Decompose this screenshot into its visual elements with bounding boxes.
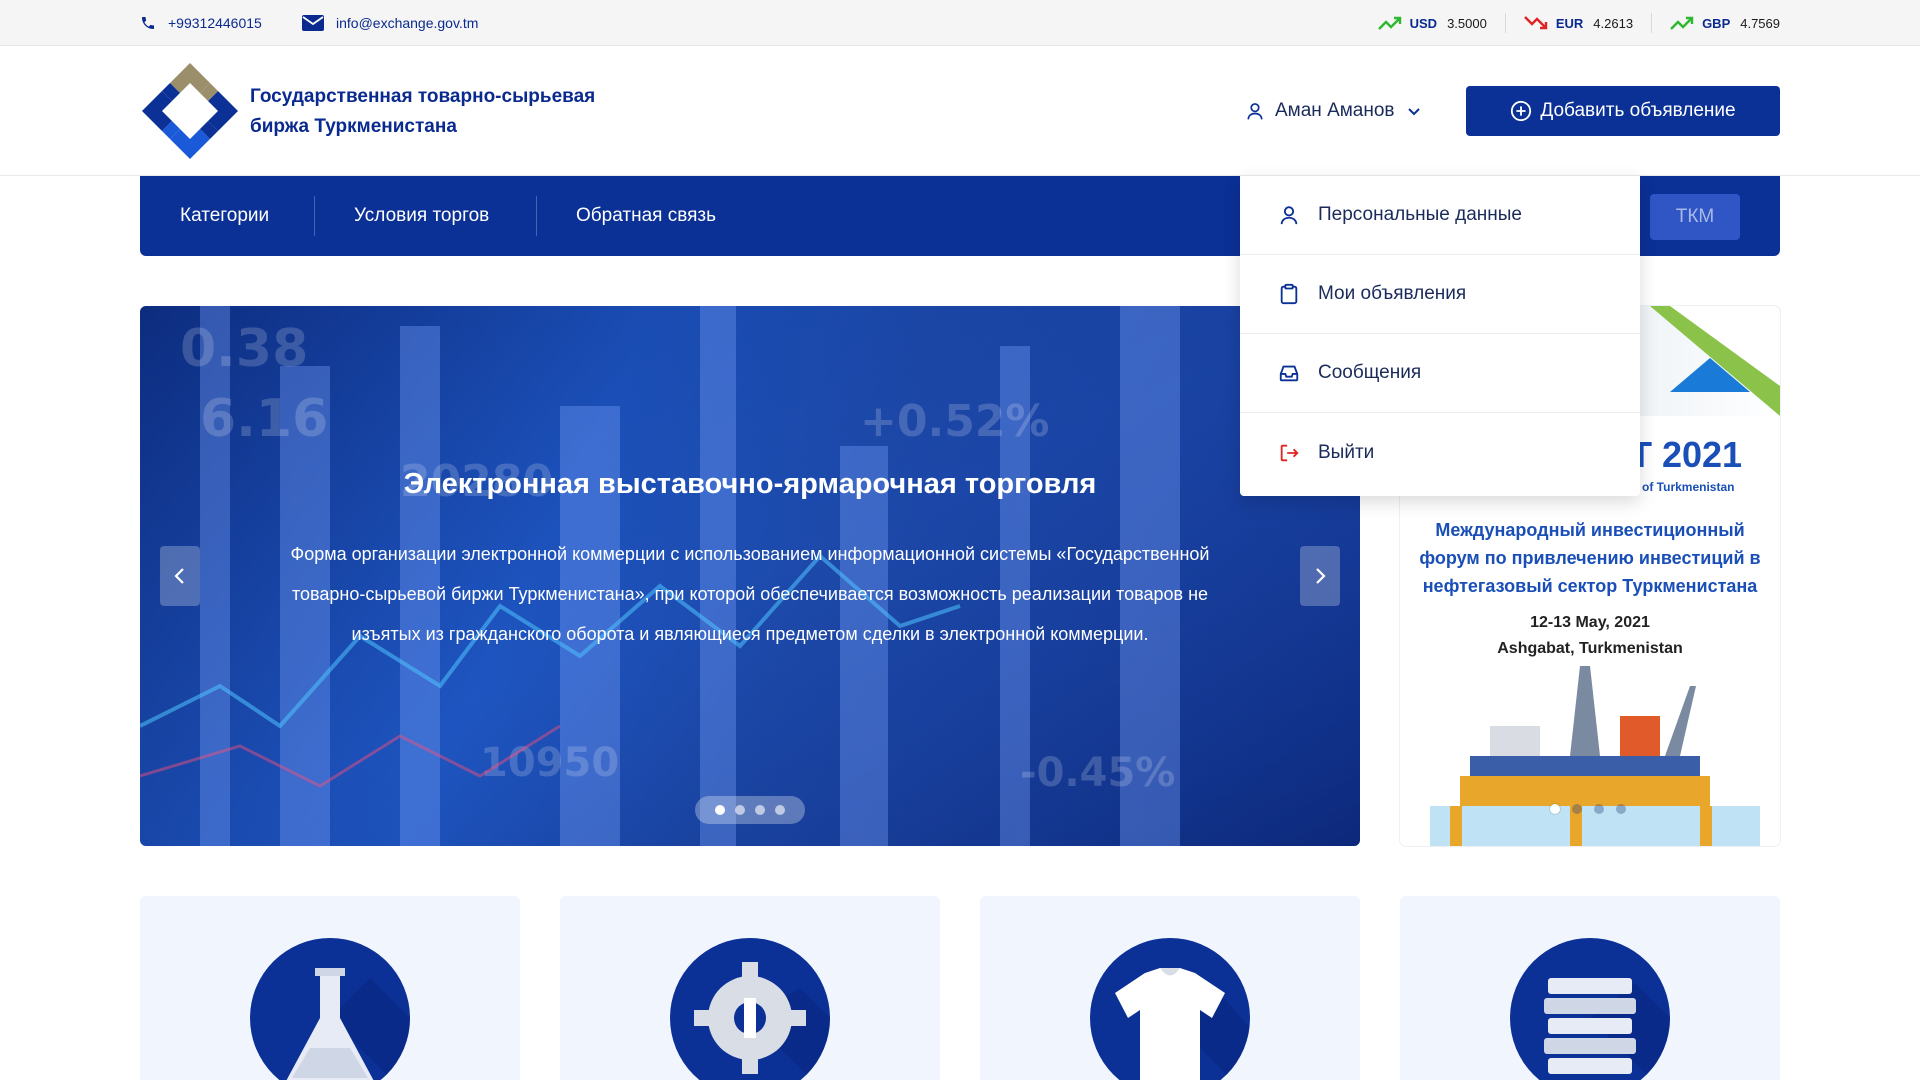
- banner-dot[interactable]: [1616, 804, 1626, 814]
- chevron-down-icon: [1407, 108, 1420, 116]
- stack-icon: [1544, 978, 1670, 1080]
- menu-item-label: Персональные данные: [1318, 204, 1522, 225]
- flask-icon: [286, 968, 410, 1080]
- banner-date-block: 12-13 May, 2021 Ashgabat, Turkmenistan: [1400, 610, 1780, 662]
- banner-title: T 2021: [1630, 434, 1743, 475]
- hero-title: Электронная выставочно-ярмарочная торгов…: [403, 468, 1097, 500]
- brand-name[interactable]: Государственная товарно-сырьевая биржа Т…: [250, 82, 630, 142]
- rate-value: 4.2613: [1593, 15, 1634, 31]
- hero-slider: 0.38 6.16 20280 +0.52% -0.45% 10950 Элек…: [140, 306, 1360, 846]
- banner-subtitle: s of Turkmenistan: [1632, 480, 1735, 494]
- rate-code: USD: [1409, 15, 1438, 31]
- trend-up-icon: [1670, 16, 1694, 30]
- menu-item-label: Выйти: [1318, 441, 1375, 463]
- slider-dot[interactable]: [735, 805, 745, 815]
- tshirt-icon: [1115, 968, 1250, 1080]
- site-header: Государственная товарно-сырьевая биржа Т…: [0, 46, 1920, 176]
- phone-icon: [142, 17, 154, 29]
- rate-eur: EUR 4.2613: [1506, 13, 1653, 33]
- nav-divider: [314, 196, 315, 236]
- banner-dot[interactable]: [1594, 804, 1604, 814]
- logout-icon: [1280, 444, 1299, 461]
- nav-item-categories[interactable]: Категории: [180, 196, 269, 236]
- exchange-logo-icon[interactable]: [140, 61, 240, 161]
- menu-item-label: Мои объявления: [1318, 283, 1467, 304]
- email-contact[interactable]: info@exchange.gov.tm: [302, 0, 478, 46]
- rate-usd: USD 3.5000: [1360, 13, 1506, 33]
- svg-text:0.38: 0.38: [180, 319, 308, 379]
- user-icon: [1280, 206, 1298, 225]
- exchange-rates: USD 3.5000 EUR 4.2613 GBP 4.7569: [1360, 0, 1780, 46]
- category-card-chemistry[interactable]: [140, 896, 520, 1080]
- user-menu-toggle[interactable]: Аман Аманов: [1245, 96, 1421, 126]
- phone-number: +99312446015: [168, 15, 262, 31]
- nav-divider: [536, 196, 537, 236]
- category-card-metals[interactable]: [1400, 896, 1780, 1080]
- banner-dots: [1550, 804, 1626, 814]
- slider-prev-button[interactable]: [160, 546, 200, 606]
- rate-code: GBP: [1702, 15, 1731, 31]
- rate-gbp: GBP 4.7569: [1652, 13, 1780, 33]
- slider-dot[interactable]: [755, 805, 765, 815]
- category-card-textiles[interactable]: [980, 896, 1360, 1080]
- menu-item-logout[interactable]: Выйти: [1240, 413, 1640, 492]
- category-card-machinery[interactable]: [560, 896, 940, 1080]
- svg-text:-0.45%: -0.45%: [1020, 750, 1175, 796]
- trend-up-icon: [1377, 16, 1401, 30]
- gear-wrench-icon: [694, 962, 830, 1080]
- banner-description: Международный инвестиционный форум по пр…: [1419, 520, 1761, 596]
- mail-icon: [302, 15, 324, 31]
- trend-down-icon: [1523, 16, 1548, 30]
- top-bar: +99312446015 info@exchange.gov.tm USD 3.…: [0, 0, 1920, 46]
- slider-dot[interactable]: [775, 805, 785, 815]
- add-listing-label: Добавить объявление: [1540, 100, 1736, 121]
- chevron-right-icon: [1316, 568, 1326, 584]
- nav-item-trade-conditions[interactable]: Условия торгов: [354, 196, 489, 236]
- phone-contact[interactable]: +99312446015: [140, 0, 262, 46]
- inbox-icon: [1279, 365, 1299, 382]
- plus-circle-icon: [1511, 100, 1532, 122]
- slider-dot[interactable]: [715, 805, 725, 815]
- category-circle: [1510, 938, 1670, 1080]
- lang-option-tkm[interactable]: ТКМ: [1650, 194, 1740, 240]
- brand-line-1: Государственная товарно-сырьевая: [250, 86, 596, 107]
- category-circle: [1090, 938, 1250, 1080]
- rate-code: EUR: [1555, 15, 1584, 31]
- rate-value: 3.5000: [1447, 15, 1487, 31]
- email-address: info@exchange.gov.tm: [336, 15, 479, 31]
- hero-description: Форма организации электронной коммерции …: [290, 544, 1210, 644]
- banner-dot[interactable]: [1572, 804, 1582, 814]
- add-listing-button[interactable]: Добавить объявление: [1466, 86, 1780, 136]
- menu-item-label: Сообщения: [1318, 362, 1422, 383]
- nav-item-feedback[interactable]: Обратная связь: [576, 196, 716, 236]
- banner-date: 12-13 May, 2021: [1530, 614, 1650, 631]
- brand-line-2: биржа Туркменистана: [250, 116, 457, 137]
- chevron-left-icon: [174, 568, 184, 584]
- menu-item-messages[interactable]: Сообщения: [1240, 334, 1640, 413]
- user-name: Аман Аманов: [1275, 100, 1395, 121]
- slider-next-button[interactable]: [1300, 546, 1340, 606]
- user-dropdown-menu: Персональные данные Мои объявления Сообщ…: [1240, 176, 1640, 496]
- menu-item-personal-data[interactable]: Персональные данные: [1240, 176, 1640, 255]
- rate-value: 4.7569: [1740, 15, 1780, 31]
- menu-item-my-listings[interactable]: Мои объявления: [1240, 255, 1640, 334]
- category-circle: [250, 938, 410, 1080]
- clipboard-icon: [1280, 283, 1298, 305]
- slider-dots: [695, 796, 805, 824]
- banner-dot[interactable]: [1550, 804, 1560, 814]
- user-icon: [1247, 103, 1263, 120]
- oil-rig-illustration: [1430, 666, 1760, 846]
- svg-text:6.16: 6.16: [200, 389, 328, 449]
- svg-text:+0.52%: +0.52%: [860, 396, 1050, 447]
- category-circle: [670, 938, 830, 1080]
